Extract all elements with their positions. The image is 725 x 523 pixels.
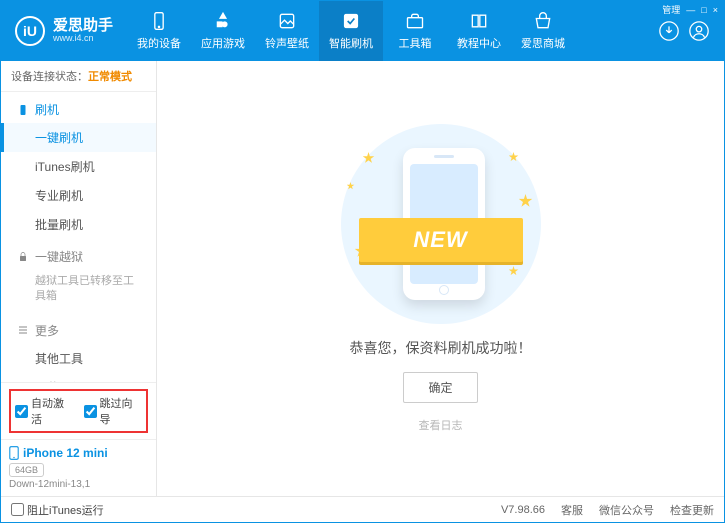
device-icon (149, 11, 169, 31)
section-jailbreak[interactable]: 一键越狱 (1, 239, 156, 270)
checkbox-input[interactable] (84, 405, 97, 418)
nav-ringtones[interactable]: 铃声壁纸 (255, 1, 319, 61)
storage-badge: 64GB (9, 463, 44, 477)
jailbreak-note: 越狱工具已转移至工具箱 (35, 274, 144, 305)
section-flash[interactable]: 刷机 (1, 92, 156, 123)
nav-label: 应用游戏 (201, 35, 245, 51)
checkbox-label: 跳过向导 (100, 395, 143, 427)
device-status: 设备连接状态：正常模式 (1, 61, 156, 92)
maximize-button[interactable]: □ (701, 5, 706, 15)
checkbox-label: 自动激活 (31, 395, 74, 427)
sidebar: 设备连接状态：正常模式 刷机 一键刷机 iTunes刷机 专业刷机 批量刷机 一… (1, 61, 157, 496)
section-label: 一键越狱 (35, 248, 83, 265)
book-icon (469, 11, 489, 31)
section-label: 更多 (35, 322, 59, 339)
success-message: 恭喜您，保资料刷机成功啦！ (350, 338, 532, 358)
footer-link-update[interactable]: 检查更新 (670, 502, 714, 518)
user-icon[interactable] (688, 20, 710, 42)
nav-label: 我的设备 (137, 35, 181, 51)
settings-button[interactable]: 管理 (662, 3, 680, 16)
device-block[interactable]: iPhone 12 mini 64GB Down-12mini-13,1 (1, 439, 156, 496)
nav-smart-flash[interactable]: 智能刷机 (319, 1, 383, 61)
store-icon (533, 11, 553, 31)
logo-icon: iU (15, 16, 45, 46)
app-url: www.i4.cn (53, 33, 113, 44)
nav-store[interactable]: 爱思商城 (511, 1, 575, 61)
sidebar-item-batch[interactable]: 批量刷机 (1, 210, 156, 239)
nav-apps-games[interactable]: 应用游戏 (191, 1, 255, 61)
phone-icon (17, 104, 29, 116)
footer-link-service[interactable]: 客服 (561, 502, 583, 518)
view-log-link[interactable]: 查看日志 (419, 417, 463, 433)
nav-label: 爱思商城 (521, 35, 565, 51)
section-more[interactable]: 更多 (1, 313, 156, 344)
wallpaper-icon (277, 11, 297, 31)
nav-label: 教程中心 (457, 35, 501, 51)
device-small-icon (9, 446, 19, 460)
sidebar-item-itunes[interactable]: iTunes刷机 (1, 152, 156, 181)
sidebar-item-pro[interactable]: 专业刷机 (1, 181, 156, 210)
highlight-box: 自动激活 跳过向导 (9, 389, 148, 433)
device-code: Down-12mini-13,1 (9, 479, 148, 490)
checkbox-skip-guide[interactable]: 跳过向导 (84, 395, 143, 427)
nav: 我的设备 应用游戏 铃声壁纸 智能刷机 工具箱 教程中心 (127, 1, 658, 61)
sidebar-list: 刷机 一键刷机 iTunes刷机 专业刷机 批量刷机 一键越狱 越狱工具已转移至… (1, 92, 156, 382)
nav-label: 智能刷机 (329, 35, 373, 51)
flash-icon (341, 11, 361, 31)
footer: 阻止iTunes运行 V7.98.66 客服 微信公众号 检查更新 (1, 496, 724, 522)
status-label: 设备连接状态： (11, 71, 88, 83)
checkbox-input[interactable] (15, 405, 28, 418)
download-icon[interactable] (658, 20, 680, 42)
sidebar-item-other-tools[interactable]: 其他工具 (1, 344, 156, 373)
checkbox-label: 阻止iTunes运行 (27, 502, 104, 518)
window-controls: 管理 — □ × (662, 3, 718, 16)
section-label: 刷机 (35, 101, 59, 118)
sidebar-item-download-fw[interactable]: 下载固件 (1, 373, 156, 382)
nav-toolbox[interactable]: 工具箱 (383, 1, 447, 61)
checkbox-block-itunes[interactable]: 阻止iTunes运行 (11, 502, 104, 518)
new-banner: NEW (359, 218, 523, 262)
lock-icon (17, 251, 29, 263)
nav-label: 工具箱 (399, 35, 432, 51)
nav-tutorials[interactable]: 教程中心 (447, 1, 511, 61)
device-name-text: iPhone 12 mini (23, 446, 108, 460)
nav-label: 铃声壁纸 (265, 35, 309, 51)
main-panel: NEW 恭喜您，保资料刷机成功啦！ 确定 查看日志 (157, 61, 724, 496)
header: iU 爱思助手 www.i4.cn 我的设备 应用游戏 铃声壁纸 智能刷机 (1, 1, 724, 61)
confirm-button[interactable]: 确定 (403, 372, 477, 403)
logo: iU 爱思助手 www.i4.cn (1, 1, 127, 61)
status-value: 正常模式 (88, 71, 132, 83)
checkbox-auto-activate[interactable]: 自动激活 (15, 395, 74, 427)
apps-icon (213, 11, 233, 31)
toolbox-icon (405, 11, 425, 31)
menu-icon (17, 324, 29, 336)
minimize-button[interactable]: — (686, 5, 695, 15)
footer-link-wechat[interactable]: 微信公众号 (599, 502, 654, 518)
nav-my-device[interactable]: 我的设备 (127, 1, 191, 61)
success-illustration: NEW (341, 124, 541, 324)
app-window: 管理 — □ × iU 爱思助手 www.i4.cn 我的设备 应用游戏 铃声壁… (0, 0, 725, 523)
app-name: 爱思助手 (53, 18, 113, 33)
checkbox-input[interactable] (11, 503, 24, 516)
close-button[interactable]: × (713, 5, 718, 15)
sidebar-item-one-key[interactable]: 一键刷机 (1, 123, 156, 152)
version-text: V7.98.66 (501, 504, 545, 516)
